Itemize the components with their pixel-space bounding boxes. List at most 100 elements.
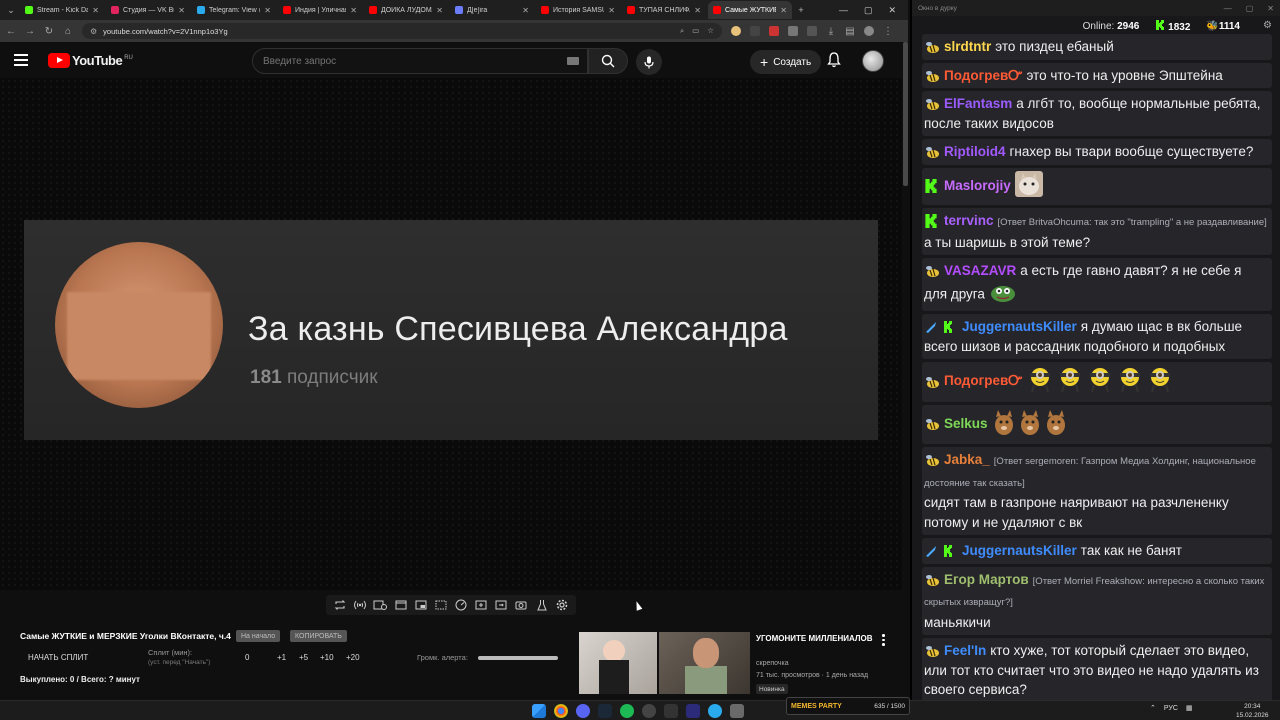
start-menu-icon[interactable]	[532, 704, 546, 718]
alert-volume-slider[interactable]	[478, 656, 558, 660]
reload-icon[interactable]: ↻	[44, 26, 54, 37]
recommendation-title[interactable]: УГОМОНИТЕ МИЛЛЕНИАЛОВ	[756, 633, 876, 645]
tab-close-icon[interactable]: ✕	[92, 6, 99, 15]
tab-close-icon[interactable]: ✕	[264, 6, 271, 15]
settings-gear-icon[interactable]	[555, 599, 569, 611]
download-icon[interactable]: ⤓	[826, 26, 836, 37]
close-window-icon[interactable]: ✕	[888, 5, 896, 16]
jump-start-button[interactable]: На начало	[236, 630, 281, 642]
copy-button[interactable]: КОПИРОВАТЬ	[290, 630, 347, 642]
menu-hamburger-icon[interactable]	[14, 54, 32, 66]
forward-icon[interactable]: →	[25, 26, 35, 37]
maximize-icon[interactable]: ▢	[1246, 4, 1254, 13]
minimize-icon[interactable]: —	[839, 5, 848, 16]
start-split-button[interactable]: НАЧАТЬ СПЛИТ	[28, 653, 88, 662]
clock[interactable]: 20:34 15.02.2026	[1236, 702, 1269, 720]
tab-close-icon[interactable]: ✕	[694, 6, 701, 15]
new-tab-button[interactable]: +	[794, 5, 808, 15]
chat-username[interactable]: Feel'In	[944, 643, 986, 658]
memes-party-widget[interactable]: MEMES PARTY 635 / 1500	[786, 697, 910, 715]
audio-waves-icon[interactable]	[353, 599, 367, 611]
recommendation-channel[interactable]: скрепочка	[756, 660, 789, 667]
chrome-icon[interactable]	[554, 704, 568, 718]
chat-username[interactable]: slrdtntr	[944, 39, 991, 54]
scrollbar[interactable]	[903, 42, 908, 186]
chat-settings-icon[interactable]: ⚙	[1263, 20, 1272, 31]
tab-close-icon[interactable]: ✕	[436, 6, 443, 15]
browser-tab[interactable]: Stream - Kick Dashb✕	[20, 1, 104, 19]
notifications-bell-icon[interactable]	[827, 52, 841, 73]
chat-username[interactable]: Егор Мартов	[944, 572, 1029, 587]
spotify-icon[interactable]	[620, 704, 634, 718]
chat-username[interactable]: Jabka_	[944, 452, 990, 467]
chat-username[interactable]: ElFantasm	[944, 96, 1012, 111]
screenshot-camera-icon[interactable]	[514, 599, 528, 611]
more-options-icon[interactable]	[882, 634, 885, 646]
add-clip-icon[interactable]	[474, 599, 488, 611]
zoom-icon[interactable]: ⌕	[680, 26, 684, 36]
chat-username[interactable]: Selkus	[944, 416, 988, 431]
tab-close-icon[interactable]: ✕	[522, 6, 529, 15]
home-icon[interactable]: ⌂	[63, 26, 73, 37]
media-player-icon[interactable]	[686, 704, 700, 718]
site-info-icon[interactable]: ⚙	[90, 27, 97, 36]
maximize-icon[interactable]: ▢	[864, 5, 873, 16]
app-icon[interactable]	[642, 704, 656, 718]
browser-tab[interactable]: ТУПАЯ СНЛИФАНКА ✕	[622, 1, 706, 19]
language-indicator[interactable]: РУС	[1164, 705, 1178, 712]
create-button[interactable]: + Создать	[750, 50, 822, 74]
loop-icon[interactable]	[333, 599, 347, 611]
youtube-logo[interactable]: YouTube RU	[48, 52, 133, 68]
browser-tab[interactable]: ДОЙКА ЛУДОМАНОВ ✕	[364, 1, 448, 19]
account-avatar[interactable]	[862, 50, 884, 72]
close-window-icon[interactable]: ✕	[1267, 4, 1274, 13]
profile-icon[interactable]	[864, 26, 874, 36]
back-icon[interactable]: ←	[6, 26, 16, 37]
browser-tab[interactable]: Telegram: View @s ✕	[192, 1, 276, 19]
url-field[interactable]: ⚙ youtube.com/watch?v=2V1nnp1o3Yg ⌕ ▭ ☆	[82, 23, 722, 39]
extension-icon[interactable]	[750, 26, 760, 36]
chat-username[interactable]: Maslorojiy	[944, 178, 1011, 193]
tab-close-icon[interactable]: ✕	[780, 6, 787, 15]
chat-username[interactable]: terrvinc	[944, 213, 994, 228]
discord-icon[interactable]	[576, 704, 590, 718]
video-player[interactable]: За казнь Спесивцева Александра 181 подпи…	[0, 78, 902, 590]
flask-icon[interactable]	[535, 599, 549, 611]
network-icon[interactable]: ▦	[1186, 704, 1193, 712]
film-icon[interactable]	[394, 599, 408, 611]
browser-tab[interactable]: Студия — VK Видео ✕	[106, 1, 190, 19]
bookmark-star-icon[interactable]: ☆	[707, 26, 714, 36]
extension-icon[interactable]	[807, 26, 817, 36]
cast-icon[interactable]: ▭	[692, 26, 699, 36]
browser-tab[interactable]: Самые ЖУТКИЕ ✕	[708, 1, 792, 19]
chat-username[interactable]: VASAZAVR	[944, 263, 1016, 278]
chat-username[interactable]: ПодогревᏅ	[944, 68, 1022, 83]
expand-icon[interactable]	[494, 599, 508, 611]
search-button[interactable]	[588, 48, 628, 74]
chat-username[interactable]: Riptiloid4	[944, 144, 1006, 159]
tab-close-icon[interactable]: ✕	[350, 6, 357, 15]
sidebar-icon[interactable]: ▤	[845, 26, 855, 37]
tab-search-icon[interactable]: ⌄	[4, 5, 18, 16]
voice-search-button[interactable]	[636, 49, 662, 75]
browser-tab[interactable]: История SAMSUNG ✕	[536, 1, 620, 19]
browser-tab[interactable]: Индия | Уличная е✕	[278, 1, 362, 19]
pip-icon[interactable]	[414, 599, 428, 611]
minimize-icon[interactable]: —	[1224, 4, 1232, 13]
tab-close-icon[interactable]: ✕	[608, 6, 615, 15]
tab-close-icon[interactable]: ✕	[178, 6, 185, 15]
app-icon[interactable]	[664, 704, 678, 718]
menu-icon[interactable]: ⋮	[883, 26, 893, 37]
recommendation-thumbnail[interactable]	[659, 632, 750, 694]
telegram-icon[interactable]	[708, 704, 722, 718]
playlist-eye-icon[interactable]	[373, 599, 388, 611]
split-add-5-button[interactable]: +5	[299, 653, 308, 662]
steam-icon[interactable]	[598, 704, 612, 718]
split-add-10-button[interactable]: +10	[320, 653, 334, 662]
tray-chevron-icon[interactable]: ⌃	[1150, 704, 1156, 712]
extension-icon[interactable]	[769, 26, 779, 36]
search-input[interactable]	[263, 55, 553, 67]
split-add-1-button[interactable]: +1	[277, 653, 286, 662]
split-add-20-button[interactable]: +20	[346, 653, 360, 662]
extension-icon[interactable]	[788, 26, 798, 36]
